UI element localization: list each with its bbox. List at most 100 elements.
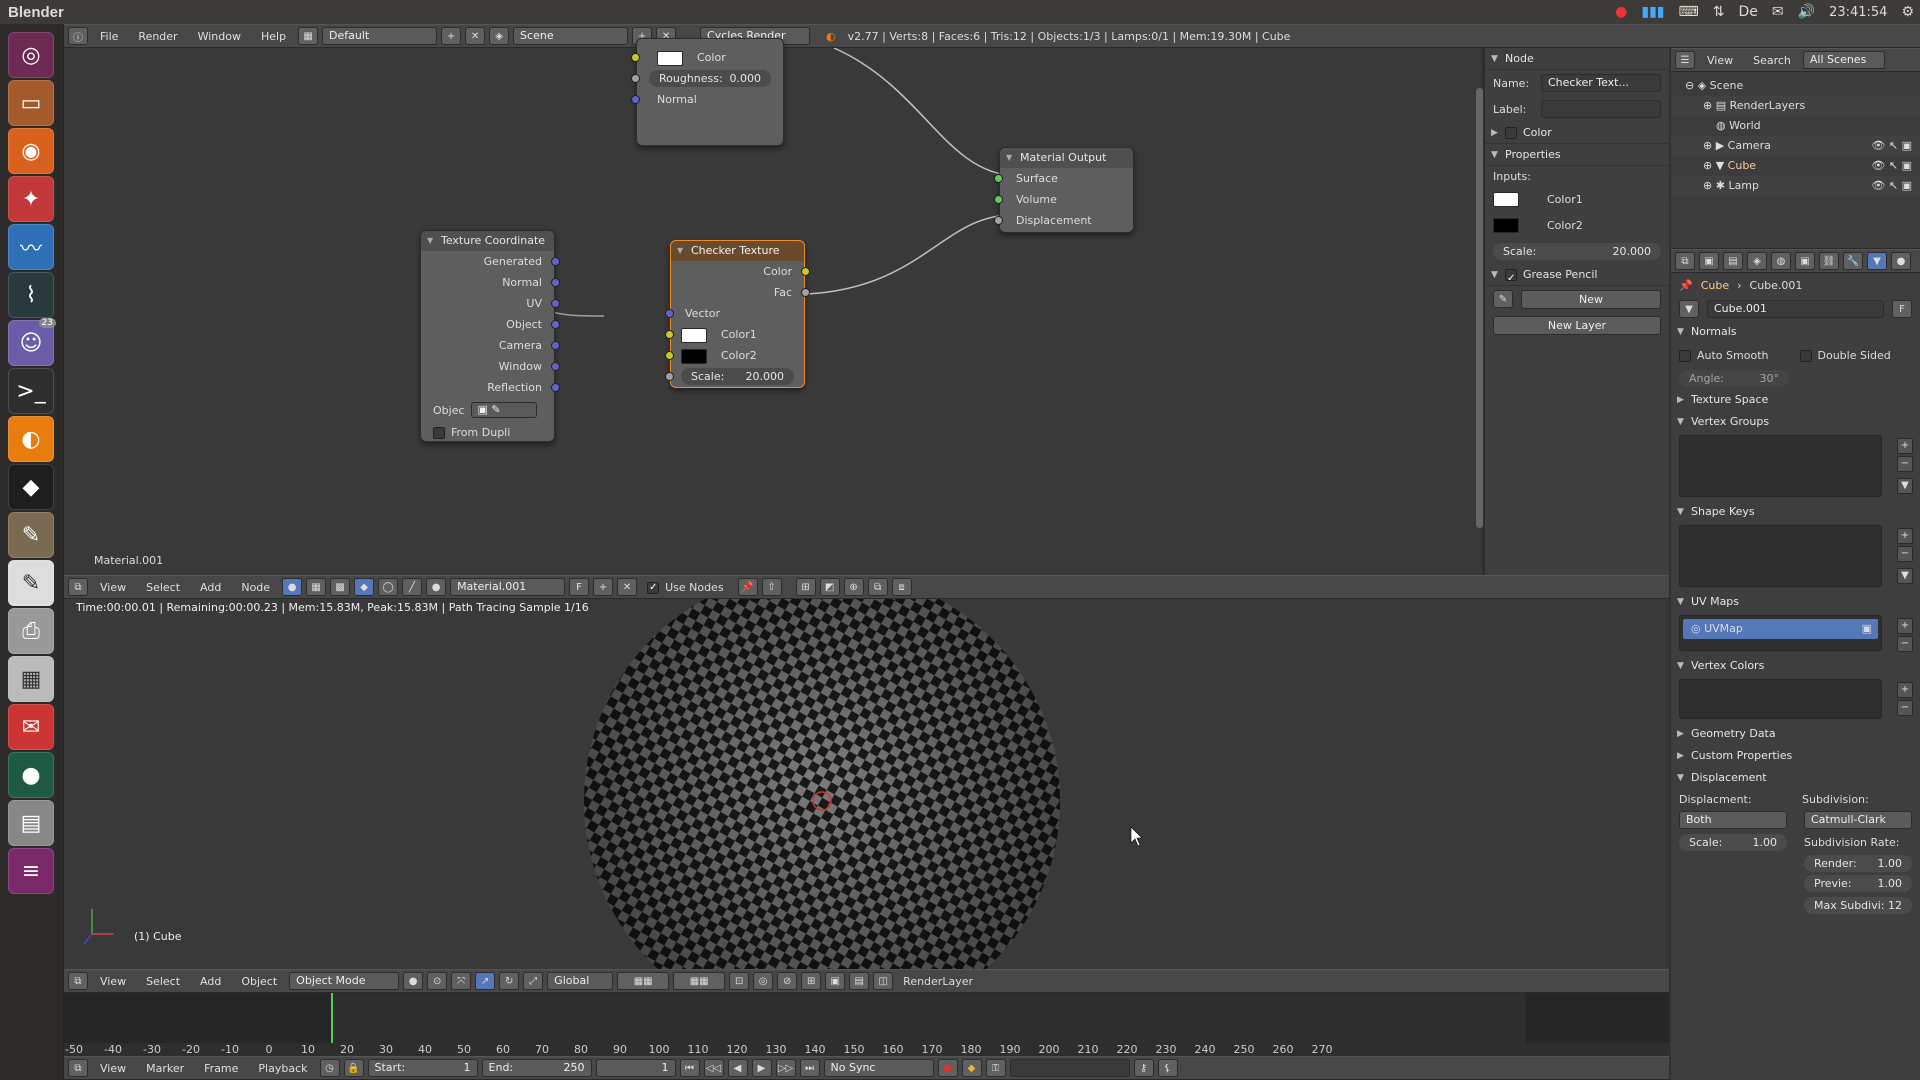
checker-color1-input[interactable]: Color1 [665,324,804,345]
play-reverse-icon[interactable]: ◀ [727,1059,748,1077]
rotate-icon[interactable]: ↻ [499,972,520,990]
angle-field[interactable]: Angle: 30° [1679,369,1789,387]
calculator-icon[interactable]: ▦ [8,656,54,702]
shader-nodes-icon[interactable]: ● [282,578,303,596]
uvmap-item[interactable]: ◎ UVMap ▣ [1683,619,1878,639]
properties-editor-type-icon[interactable]: ⧉ [1675,252,1695,270]
vertex-groups-list[interactable]: + − ▼ [1679,435,1913,497]
render-rate-field[interactable]: Render: 1.00 [1804,854,1912,872]
keyboard-icon[interactable]: ⌨ [1679,4,1699,20]
grease-pencil-header[interactable]: Grease Pencil [1485,264,1669,286]
new-layer-button[interactable]: New Layer [1493,315,1661,335]
snap-icon[interactable]: ⊞ [795,578,816,596]
remove-layout-icon[interactable]: ✕ [465,27,486,45]
subdivision-type-select[interactable]: Catmull-Clark [1804,811,1912,829]
settings-gear-icon[interactable]: ⚙ [1901,4,1914,20]
timeline-menu-playback[interactable]: Playback [250,1062,315,1075]
texture-space-header[interactable]: Texture Space [1671,389,1920,411]
outliner-item-world[interactable]: ◍ World [1671,116,1920,136]
ubuntu-home-icon[interactable]: ◎ [8,32,54,78]
system-monitor-icon[interactable]: 〰 [8,224,54,270]
stack-icon[interactable]: ≡ [8,848,54,894]
text-editor-icon[interactable]: ✎ [8,560,54,606]
surface-input[interactable]: Surface [994,168,1133,189]
fake-user-button[interactable]: F [569,578,590,596]
3d-menu-object[interactable]: Object [233,975,285,988]
outliner-item-scene[interactable]: ⊖ ◈ Scene [1671,76,1920,96]
outliner-menu-search[interactable]: Search [1745,54,1799,67]
inkscape-icon[interactable]: ◆ [8,464,54,510]
play-icon[interactable]: ▶ [751,1059,772,1077]
snap-3d-icon[interactable]: ⊘ [777,972,798,990]
vertex-colors-header[interactable]: Vertex Colors [1671,655,1920,677]
snap-target-icon[interactable]: ⊕ [843,578,864,596]
material-output-node[interactable]: Material Output Surface Volume Displacem… [994,147,1134,233]
menu-render[interactable]: Render [130,30,185,43]
next-keyframe-icon[interactable]: ▷▷ [775,1059,796,1077]
cpu-monitor-icon[interactable]: ▮▮▮ [1641,4,1664,20]
render-layer-icon[interactable]: ◫ [873,972,894,990]
prev-keyframe-icon[interactable]: ◁◁ [703,1059,724,1077]
displacement-input[interactable]: Displacement [994,210,1133,231]
keying-set-field[interactable] [1009,1059,1130,1077]
checker-vector-input[interactable]: Vector [665,303,804,324]
opengl-anim-icon[interactable]: ▤ [849,972,870,990]
displacement-scale-field[interactable]: Scale: 1.00 [1679,833,1787,851]
breadcrumb-object[interactable]: Cube [1701,279,1729,292]
shape-keys-list[interactable]: + − ▼ [1679,525,1913,587]
layers-grid-2-icon[interactable]: ▦▦ [673,972,726,990]
from-dupli-checkbox[interactable]: From Dupli [421,422,554,443]
node-menu-view[interactable]: View [92,581,134,594]
node-menu-select[interactable]: Select [138,581,188,594]
clock[interactable]: 23:41:54 [1829,5,1887,20]
3d-viewport[interactable]: Time:00:00.01 | Remaining:00:00.23 | Mem… [64,599,1669,969]
constraints-tab-icon[interactable]: ⛓ [1819,252,1839,270]
color1-swatch[interactable] [1493,191,1519,207]
object-tab-icon[interactable]: ▣ [1795,252,1815,270]
keying-set-icon[interactable]: ◆ [961,1059,982,1077]
timeline-editor-type-icon[interactable]: ⧉ [68,1059,88,1077]
outliner-editor-type-icon[interactable]: ☰ [1675,51,1695,69]
node-section-header[interactable]: Node [1485,48,1669,70]
globe-icon[interactable]: ● [8,752,54,798]
current-frame-marker[interactable] [331,993,333,1043]
uv-maps-header[interactable]: UV Maps [1671,591,1920,613]
bsdf-node[interactable]: Color Roughness: 0.000 Normal [631,38,784,146]
sync-mode-select[interactable]: No Sync [823,1059,934,1077]
double-sided-checkbox[interactable]: Double Sided [1799,349,1913,362]
color-section-header[interactable]: Color [1485,122,1669,144]
scene-tab-icon[interactable]: ◈ [1747,252,1767,270]
proportional-edit-icon[interactable]: ◎ [753,972,774,990]
document-viewer-icon[interactable]: ✉ [8,704,54,750]
volume-input[interactable]: Volume [994,189,1133,210]
snap-element-icon[interactable]: ⊞ [801,972,822,990]
disk-icon[interactable]: ▤ [8,800,54,846]
grease-new-button[interactable]: New [1521,289,1661,309]
outliner-item-lamp[interactable]: ⊕ ✱ Lamp 👁 ↖ ▣ [1671,176,1920,196]
output-reflection[interactable]: Reflection [421,377,560,398]
output-camera[interactable]: Camera [421,335,560,356]
use-nodes-checkbox[interactable]: Use Nodes [647,581,724,594]
world-shader-icon[interactable]: ◯ [378,578,399,596]
volume-icon[interactable]: 🔊 [1798,4,1815,20]
timeline[interactable]: -50 -40 -30 -20 -10 0 10 20 30 40 50 60 70 80 90 100 110… [64,993,1669,1056]
layout-icon[interactable]: ▦ [298,27,319,45]
mesh-fake-user-button[interactable]: F [1892,300,1912,318]
pivot-point-icon[interactable]: ⊙ [427,972,448,990]
language-icon[interactable]: De [1738,4,1757,20]
output-window[interactable]: Window [421,356,560,377]
manipulator-icon[interactable]: ⤧ [451,972,472,990]
normals-header[interactable]: Normals [1671,321,1920,343]
outliner-menu-view[interactable]: View [1699,54,1741,67]
record-keyframe-icon[interactable]: ● [937,1059,958,1077]
npanel-scale-field[interactable]: Scale: 20.000 [1493,242,1661,260]
3d-menu-add[interactable]: Add [192,975,229,988]
lock-range-icon[interactable]: 🔒 [343,1059,364,1077]
timeline-menu-marker[interactable]: Marker [138,1062,192,1075]
snap-mode-icon[interactable]: ◩ [819,578,840,596]
outliner-filter-select[interactable]: All Scenes [1802,51,1885,69]
add-material-icon[interactable]: + [593,578,614,596]
checker-texture-node[interactable]: Checker Texture Color Fac Vector Color1 … [665,240,810,388]
3d-editor-type-icon[interactable]: ⧉ [68,972,88,990]
delete-key-icon[interactable]: ⚸ [1157,1059,1178,1077]
